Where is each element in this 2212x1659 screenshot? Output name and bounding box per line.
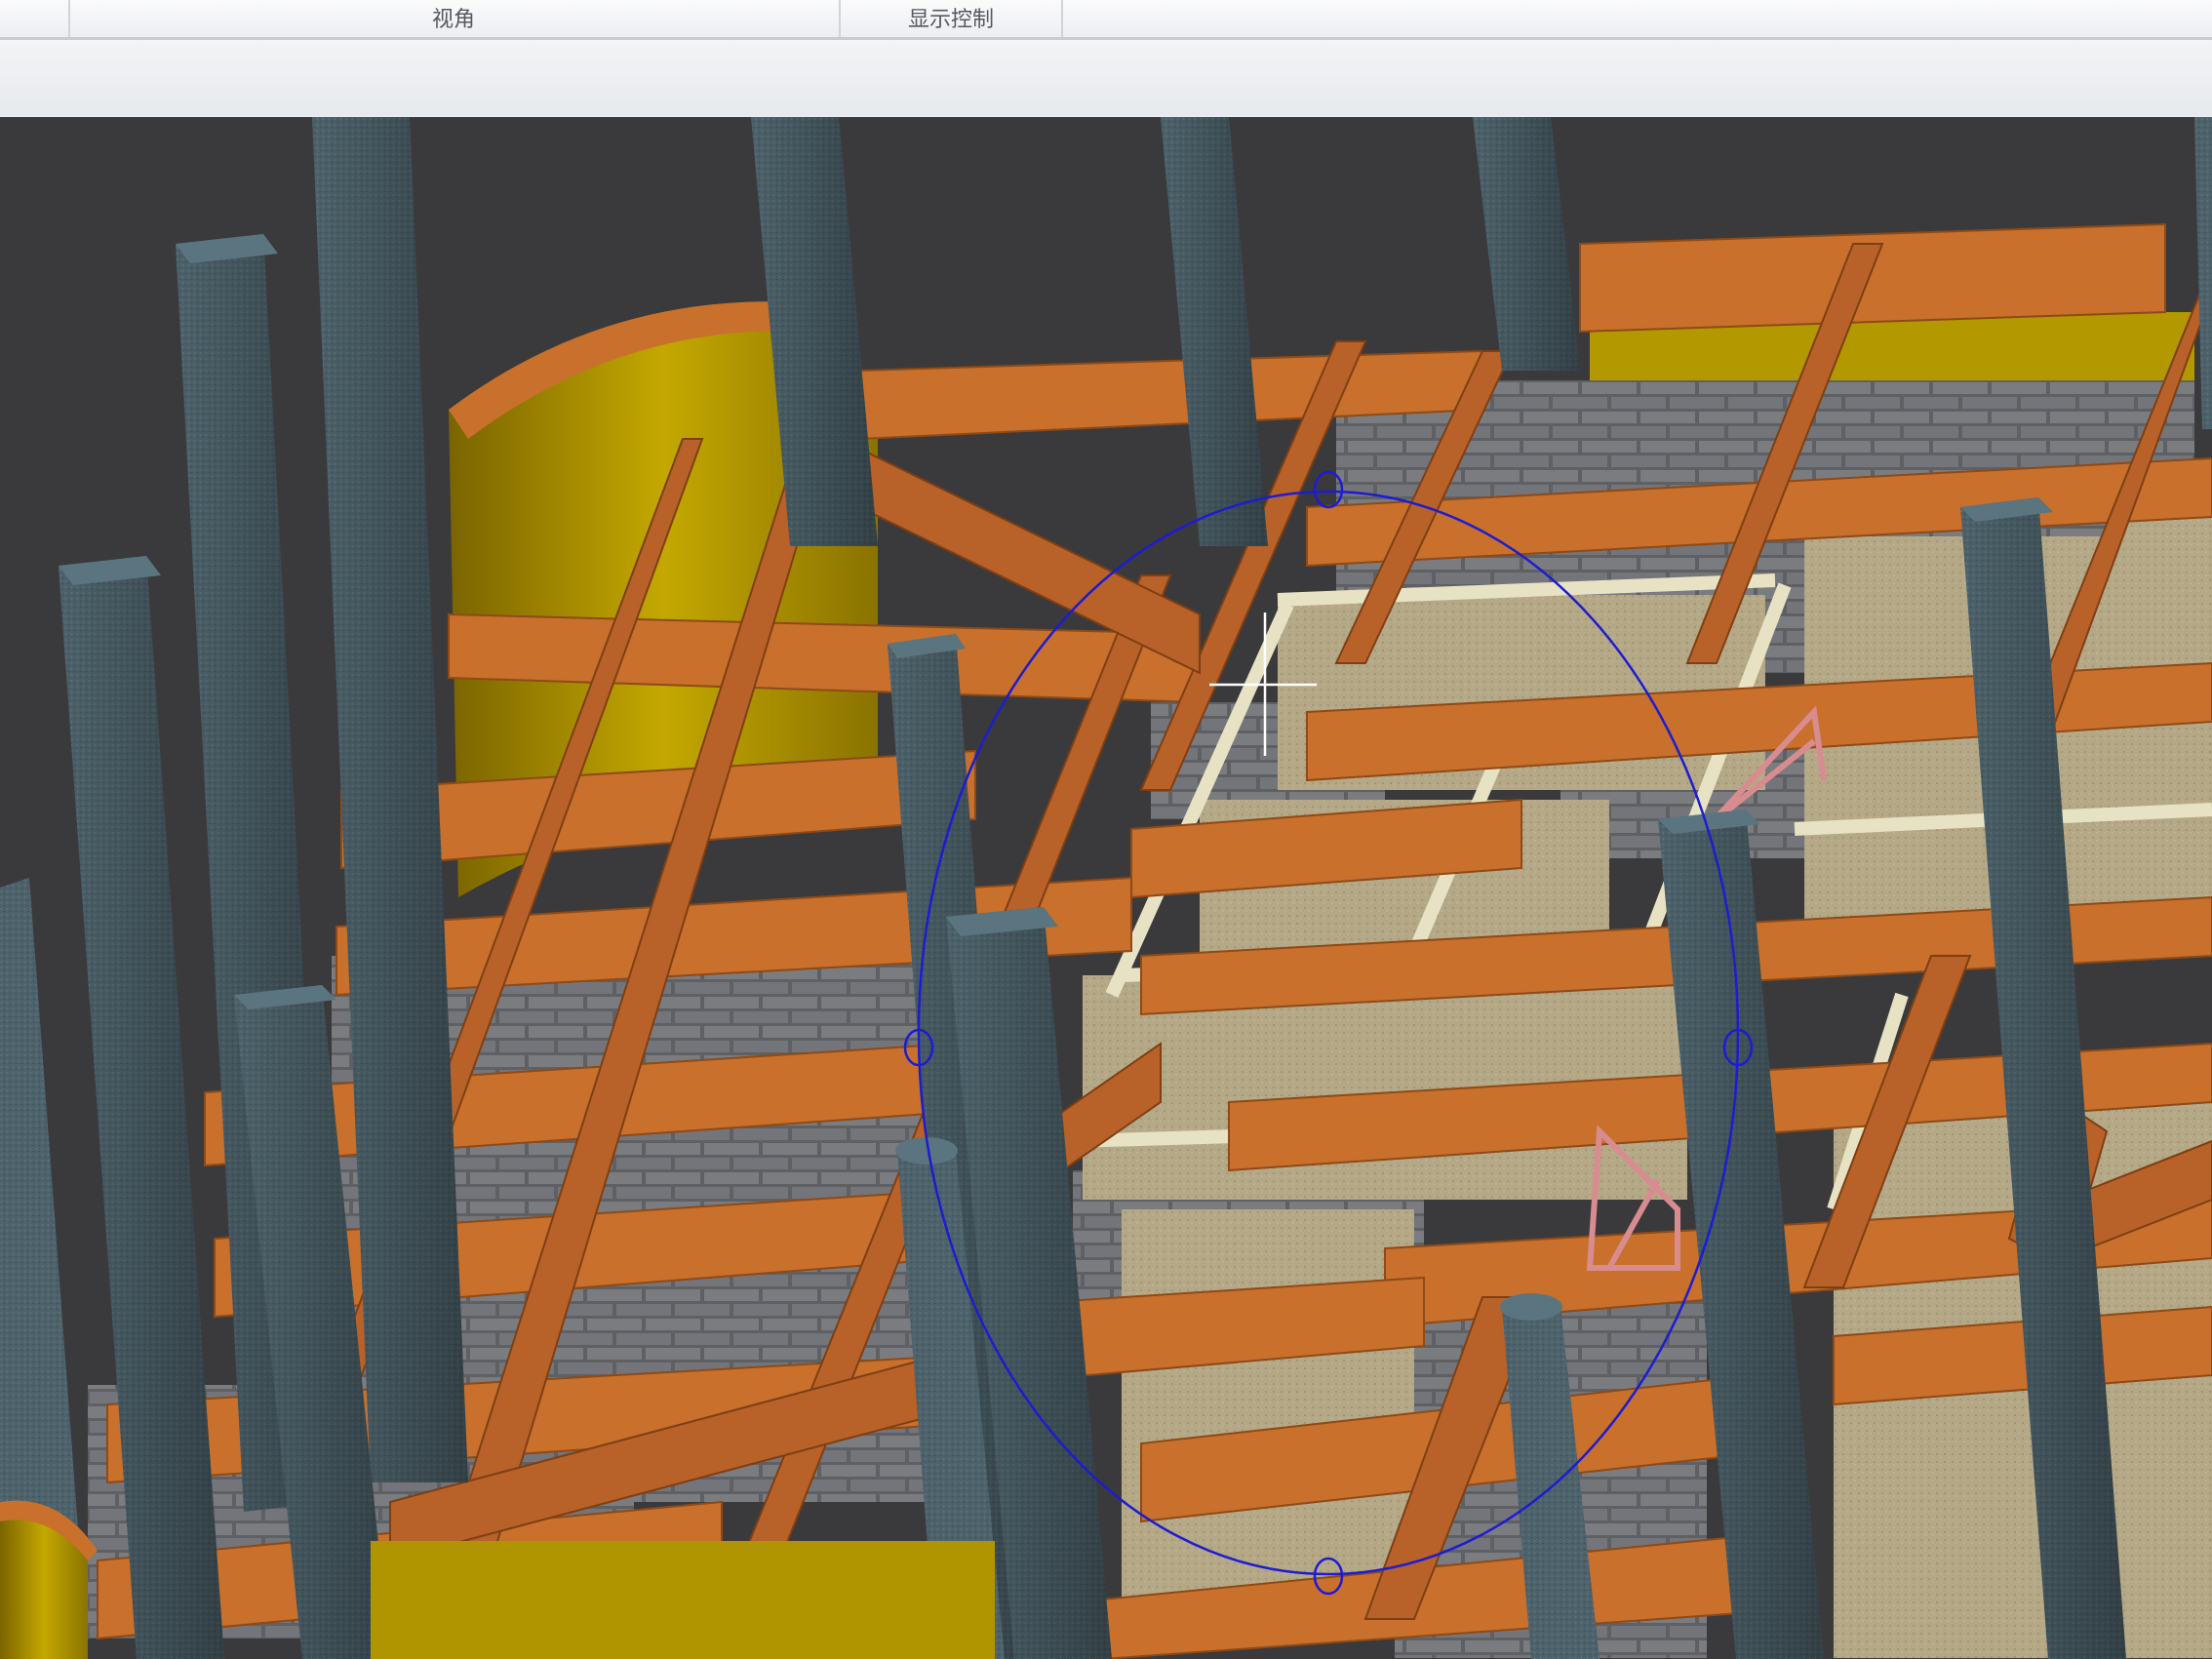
ribbon-toolbar: 视角 显示控制 [0, 0, 2212, 119]
group-separator [1061, 0, 1063, 37]
application-window: 视角 显示控制 [0, 0, 2212, 1659]
3d-viewport[interactable] [0, 117, 2212, 1659]
group-label-view-angle: 视角 [431, 7, 475, 31]
3d-scene[interactable] [0, 117, 2212, 1659]
ribbon-secondary-bar [0, 40, 2212, 115]
group-label-display-control: 显示控制 [907, 7, 994, 31]
ribbon-group-row: 视角 显示控制 [0, 0, 2212, 40]
